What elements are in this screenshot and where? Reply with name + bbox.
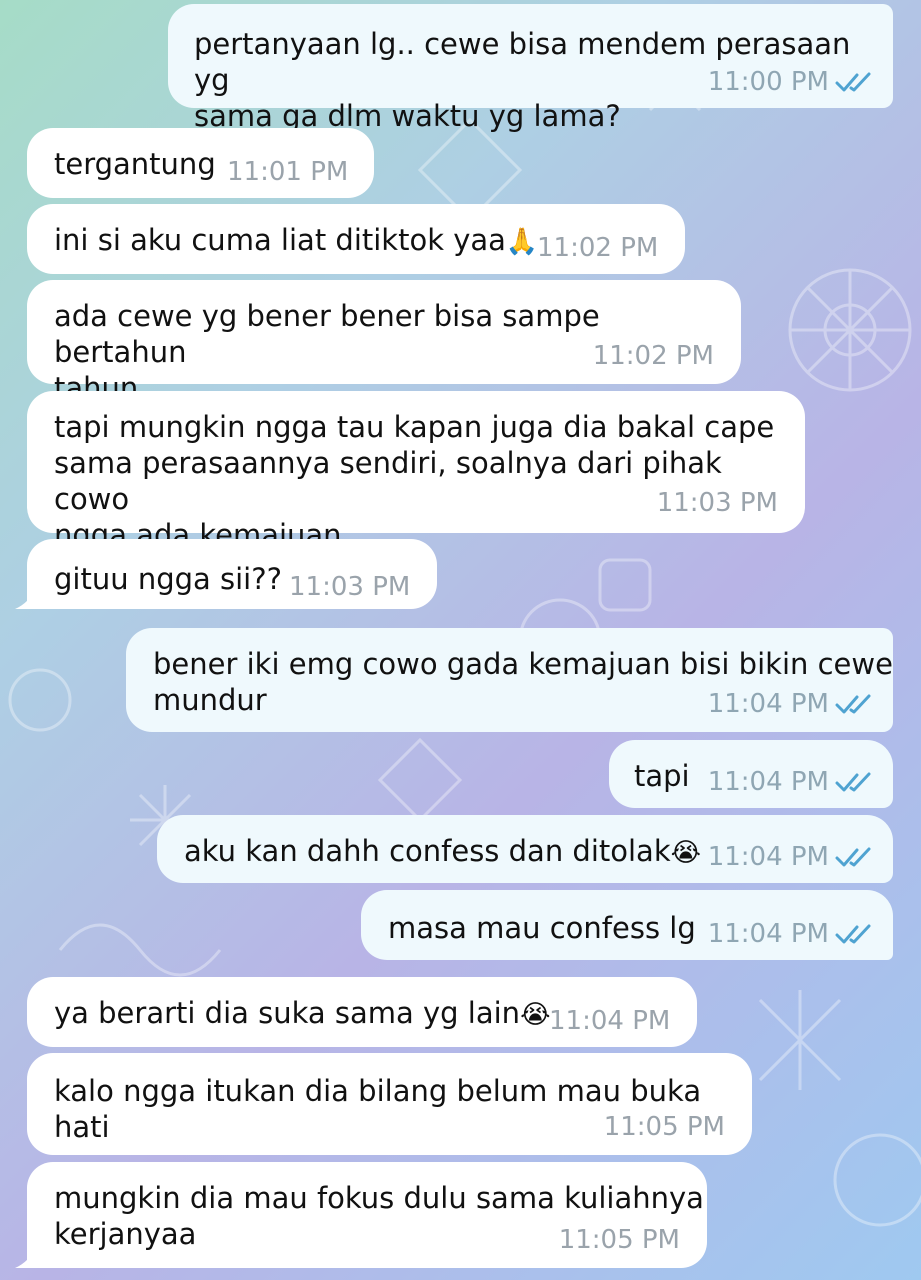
message-meta: 11:04 PM [708,916,877,952]
incoming-message[interactable]: ini si aku cuma liat ditiktok yaa🙏 11:02… [27,204,685,274]
message-time: 11:00 PM [707,67,829,97]
message-text: masa mau confess lg [388,911,696,945]
message-meta: 11:00 PM [708,64,877,100]
double-check-icon [835,924,871,944]
message-time: 11:04 PM [549,1006,671,1036]
crying-face-emoji: 😭 [520,1000,551,1030]
message-time: 11:04 PM [707,767,829,797]
incoming-message[interactable]: ya berarti dia suka sama yg lain😭 11:04 … [27,977,697,1047]
message-text-row: ya berarti dia suka sama yg lain😭 [54,995,550,1031]
double-check-icon [835,694,871,714]
message-meta: 11:03 PM [289,569,410,605]
message-text: ini si aku cuma liat ditiktok yaa [54,223,506,257]
outgoing-message[interactable]: pertanyaan lg.. cewe bisa mendem perasaa… [168,4,893,133]
message-text: tapi mungkin ngga tau kapan juga dia bak… [54,410,775,552]
message-meta: 11:03 PM [657,485,778,521]
outgoing-message[interactable]: tapi 11:04 PM [609,740,893,808]
message-meta: 11:04 PM [549,1003,670,1039]
bubble-tail [15,1244,39,1268]
message-meta: 11:05 PM [559,1222,680,1258]
crying-face-emoji: 😭 [670,838,702,868]
message-text: tapi [634,759,690,793]
incoming-message[interactable]: kalo ngga itukan dia bilang belum mau bu… [27,1053,752,1155]
message-meta: 11:04 PM [708,764,877,800]
incoming-message[interactable]: tapi mungkin ngga tau kapan juga dia bak… [27,391,805,552]
message-text: ya berarti dia suka sama yg lain [54,996,521,1030]
message-text-row: aku kan dahh confess dan ditolak😭 [184,833,701,869]
message-meta: 11:02 PM [593,338,714,374]
incoming-message[interactable]: tergantung 11:01 PM [27,128,374,198]
message-text: aku kan dahh confess dan ditolak [184,834,671,868]
message-meta: 11:04 PM [708,686,877,722]
message-meta: 11:02 PM [537,230,658,266]
message-meta: 11:04 PM [708,839,877,875]
message-meta: 11:01 PM [227,154,348,190]
message-text-row: ini si aku cuma liat ditiktok yaa🙏 [54,222,538,258]
message-time: 11:05 PM [558,1225,680,1255]
message-time: 11:02 PM [537,233,659,263]
message-time: 11:02 PM [592,341,714,371]
outgoing-message[interactable]: masa mau confess lg 11:04 PM [361,890,893,960]
incoming-message[interactable]: ada cewe yg bener bener bisa sampe berta… [27,280,741,405]
double-check-icon [835,847,871,867]
message-text: gituu ngga sii?? [54,562,283,596]
message-time: 11:05 PM [603,1112,725,1142]
message-time: 11:01 PM [227,157,349,187]
message-time: 11:03 PM [289,572,411,602]
incoming-message[interactable]: gituu ngga sii?? 11:03 PM [15,539,437,609]
bubble-tail [15,585,39,609]
message-time: 11:04 PM [707,919,829,949]
double-check-icon [835,72,871,92]
message-time: 11:04 PM [707,689,829,719]
double-check-icon [835,772,871,792]
message-time: 11:04 PM [707,842,829,872]
folded-hands-emoji: 🙏 [505,227,539,257]
outgoing-message[interactable]: bener iki emg cowo gada kemajuan bisi bi… [126,628,893,732]
incoming-message[interactable]: mungkin dia mau fokus dulu sama kuliahny… [15,1162,707,1268]
outgoing-message[interactable]: aku kan dahh confess dan ditolak😭 11:04 … [157,815,893,883]
message-meta: 11:05 PM [604,1109,725,1145]
message-text: tergantung [54,147,216,181]
message-time: 11:03 PM [656,488,778,518]
